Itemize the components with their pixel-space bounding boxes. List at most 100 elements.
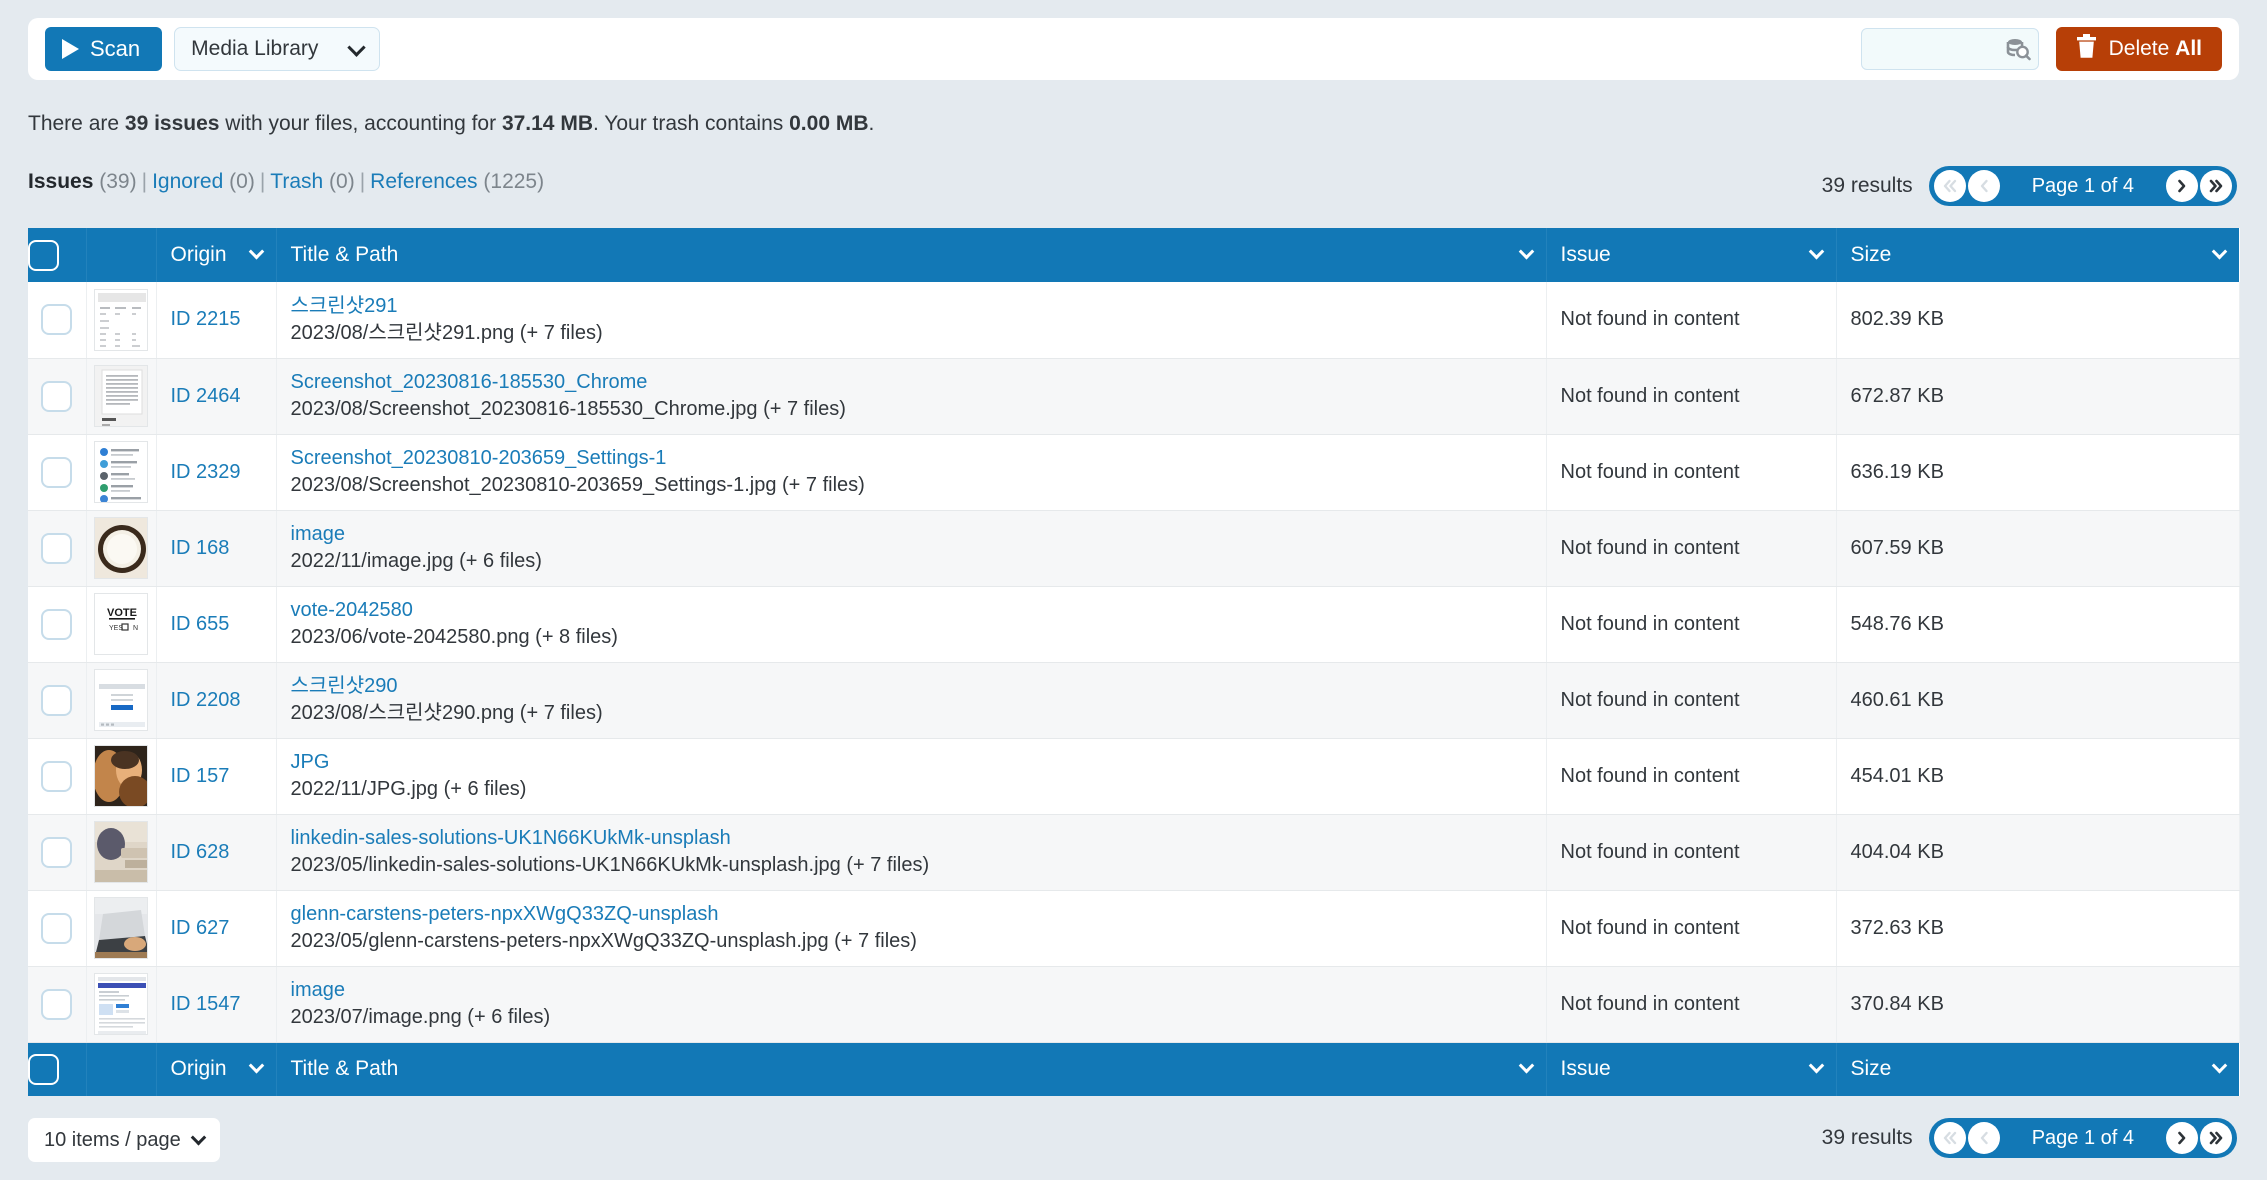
column-header-origin[interactable]: Origin — [156, 228, 277, 282]
delete-all-button[interactable]: Delete All — [2055, 27, 2222, 71]
last-page-button-bottom[interactable] — [2200, 1122, 2232, 1154]
row-issue-cell: Not found in content — [1546, 434, 1837, 511]
chevron-down-icon[interactable] — [248, 243, 264, 260]
row-title-link[interactable]: linkedin-sales-solutions-UK1N66KUkMk-uns… — [291, 825, 1532, 852]
row-checkbox[interactable] — [41, 836, 73, 868]
row-origin-id[interactable]: ID 2329 — [171, 461, 241, 483]
webpage-screenshot-thumb — [94, 973, 148, 1035]
tab-ignored[interactable]: Ignored — [152, 170, 223, 193]
row-origin-id[interactable]: ID 157 — [171, 765, 230, 787]
row-title-cell: Screenshot_20230810-203659_Settings-1 202… — [276, 434, 1547, 511]
row-origin-id[interactable]: ID 168 — [171, 537, 230, 559]
row-issue-cell: Not found in content — [1546, 358, 1837, 435]
row-title-link[interactable]: Screenshot_20230810-203659_Settings-1 — [291, 445, 1532, 472]
delete-all-label-bold: All — [2175, 37, 2202, 60]
chevron-down-icon[interactable] — [1518, 243, 1534, 260]
row-issue-cell: Not found in content — [1546, 814, 1837, 891]
row-origin-cell: ID 2208 — [156, 662, 277, 739]
row-origin-id[interactable]: ID 2215 — [171, 308, 241, 330]
column-footer-issue[interactable]: Issue — [1546, 1042, 1837, 1096]
tab-references[interactable]: References — [370, 170, 477, 193]
row-title-link[interactable]: image — [291, 521, 1532, 548]
select-all-header — [28, 228, 87, 282]
trash-icon — [2076, 33, 2097, 65]
source-select[interactable]: Media Library — [174, 27, 381, 71]
row-origin-id[interactable]: ID 627 — [171, 917, 230, 939]
first-page-button[interactable] — [1933, 170, 1966, 202]
column-footer-issue-label: Issue — [1560, 1057, 1611, 1081]
row-checkbox[interactable] — [41, 380, 73, 412]
select-all-checkbox-footer[interactable] — [28, 1053, 59, 1085]
next-page-button-bottom[interactable] — [2166, 1122, 2198, 1154]
row-checkbox[interactable] — [41, 684, 73, 716]
row-checkbox[interactable] — [41, 456, 73, 488]
row-origin-id[interactable]: ID 2208 — [171, 689, 241, 711]
column-footer-title[interactable]: Title & Path — [276, 1042, 1547, 1096]
row-title-link[interactable]: Screenshot_20230816-185530_Chrome — [291, 369, 1532, 396]
woman-portrait-photo-thumb — [94, 745, 148, 807]
row-size-cell: 404.04 KB — [1836, 814, 2240, 891]
chevron-down-icon[interactable] — [1518, 1058, 1534, 1074]
row-select-cell — [28, 282, 87, 359]
row-select-cell — [28, 358, 87, 435]
status-suffix: . — [868, 112, 875, 135]
row-thumbnail-cell: VOTE YES N — [86, 586, 157, 663]
table-row: ID 627 glenn-carstens-peters-npxXWgQ33ZQ-… — [28, 890, 2240, 967]
prev-page-button[interactable] — [1967, 170, 2000, 202]
select-all-checkbox[interactable] — [28, 239, 59, 271]
row-path: 2022/11/JPG.jpg (+ 6 files) — [290, 778, 527, 800]
status-middle: with your files, accounting for — [219, 112, 502, 135]
table-row: VOTE YES N ID 655 vote-2042580 2023/06/vote-2… — [28, 586, 2240, 663]
row-select-cell — [28, 890, 87, 967]
tab-issues[interactable]: Issues — [28, 170, 93, 193]
prev-page-button-bottom[interactable] — [1967, 1122, 2000, 1154]
row-thumbnail-cell — [86, 434, 157, 511]
column-footer-size[interactable]: Size — [1836, 1042, 2239, 1096]
column-footer-origin[interactable]: Origin — [156, 1042, 277, 1096]
select-all-footer — [28, 1042, 87, 1096]
row-checkbox[interactable] — [41, 760, 73, 792]
row-select-cell — [28, 510, 87, 587]
tab-trash[interactable]: Trash — [270, 170, 323, 193]
row-title-link[interactable]: 스크린샷290 — [291, 673, 1532, 700]
row-title-link[interactable]: vote-2042580 — [291, 597, 1532, 624]
row-checkbox[interactable] — [41, 608, 73, 640]
column-header-size[interactable]: Size — [1836, 228, 2239, 282]
row-checkbox[interactable] — [41, 532, 73, 564]
items-per-page-select[interactable]: 10 items / page — [28, 1118, 220, 1162]
row-thumbnail-cell — [86, 966, 157, 1043]
row-origin-cell: ID 168 — [156, 510, 277, 587]
row-origin-cell: ID 1547 — [156, 966, 277, 1043]
row-title-link[interactable]: 스크린샷291 — [291, 293, 1532, 320]
row-title-link[interactable]: JPG — [291, 749, 1532, 776]
row-checkbox[interactable] — [41, 988, 73, 1020]
search-field-wrapper — [1860, 28, 2039, 70]
row-checkbox[interactable] — [41, 912, 73, 944]
first-page-button-bottom[interactable] — [1933, 1122, 1966, 1154]
row-thumbnail-cell — [86, 738, 157, 815]
next-page-button[interactable] — [2166, 170, 2198, 202]
scan-button-label: Scan — [90, 36, 141, 61]
column-header-issue[interactable]: Issue — [1546, 228, 1837, 282]
database-search-icon[interactable] — [2005, 37, 2031, 61]
row-title-link[interactable]: glenn-carstens-peters-npxXWgQ33ZQ-unspla… — [291, 901, 1532, 928]
row-title-link[interactable]: image — [291, 977, 1532, 1004]
row-thumbnail-cell — [86, 890, 157, 967]
row-title-cell: 스크린샷291 2023/08/스크린샷291.png (+ 7 files) — [276, 282, 1547, 359]
chevron-down-icon[interactable] — [1808, 1058, 1824, 1074]
row-origin-id[interactable]: ID 628 — [171, 841, 230, 863]
row-origin-id[interactable]: ID 655 — [171, 613, 230, 635]
row-origin-id[interactable]: ID 2464 — [171, 385, 241, 407]
chevron-down-icon[interactable] — [248, 1058, 264, 1074]
row-origin-id[interactable]: ID 1547 — [171, 993, 241, 1015]
scan-button[interactable]: Scan — [45, 27, 163, 71]
chevron-down-icon[interactable] — [2211, 1058, 2228, 1074]
source-select-value: Media Library — [191, 37, 319, 60]
tab-ignored-count: (0) — [229, 170, 255, 193]
row-checkbox[interactable] — [41, 304, 73, 336]
chevron-down-icon[interactable] — [1808, 243, 1824, 260]
chevron-down-icon[interactable] — [2211, 243, 2228, 260]
column-header-title[interactable]: Title & Path — [276, 228, 1547, 282]
table-row: ID 2464 Screenshot_20230816-185530_Chrome… — [28, 358, 2240, 435]
last-page-button[interactable] — [2200, 170, 2232, 202]
